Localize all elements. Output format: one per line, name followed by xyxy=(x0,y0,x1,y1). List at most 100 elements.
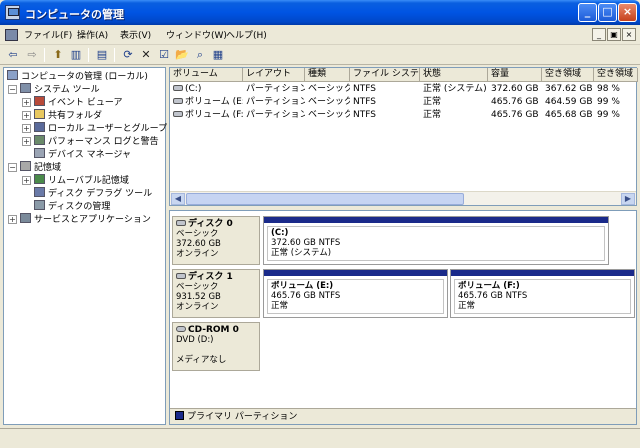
table-row[interactable]: ボリューム (E:) xyxy=(170,96,243,108)
mmc-icon[interactable] xyxy=(5,29,18,41)
close-button[interactable]: × xyxy=(618,3,637,22)
tree-item-system-tools[interactable]: システム ツール xyxy=(20,83,100,95)
tree-item-services[interactable]: サービスとアプリケーション xyxy=(20,213,151,225)
scroll-left-icon[interactable]: ◀ xyxy=(171,193,185,205)
volume-c-partition[interactable]: (C:) 372.60 GB NTFS 正常 (システム) xyxy=(263,216,609,265)
tree-item-shared-folders[interactable]: 共有フォルダ xyxy=(34,109,102,121)
cell-percent-free: 99 % xyxy=(597,97,620,107)
volume-status: 正常 xyxy=(458,301,476,311)
search-icon[interactable]: ⌕ xyxy=(192,47,208,63)
column-header-layout[interactable]: レイアウト xyxy=(243,68,305,82)
column-header-free-space[interactable]: 空き領域 xyxy=(542,68,594,82)
horizontal-scrollbar[interactable]: ◀ ▶ xyxy=(170,191,636,205)
disk-type: ベーシック xyxy=(176,229,219,239)
hard-disk-icon xyxy=(176,220,186,226)
column-header-capacity[interactable]: 容量 xyxy=(488,68,542,82)
tree-item-performance[interactable]: パフォーマンス ログと警告 xyxy=(34,135,159,147)
tree-item-storage[interactable]: 記憶域 xyxy=(20,161,61,173)
volume-icon xyxy=(173,98,183,104)
toolbar-separator xyxy=(88,48,89,62)
up-folder-icon[interactable]: ⬆ xyxy=(50,47,66,63)
cell-capacity: 372.60 GB xyxy=(491,84,539,94)
disk-1-label[interactable]: ディスク 1 ベーシック 931.52 GB オンライン xyxy=(172,269,260,318)
collapse-icon[interactable]: − xyxy=(8,163,17,172)
scroll-right-icon[interactable]: ▶ xyxy=(621,193,635,205)
mdi-minimize-button[interactable]: _ xyxy=(592,28,606,41)
tree-label: 記憶域 xyxy=(34,163,62,173)
menu-help[interactable]: ヘルプ(H) xyxy=(226,28,267,41)
table-row[interactable]: (C:) xyxy=(170,83,243,95)
cell-layout: パーティション xyxy=(246,84,305,94)
mdi-restore-button[interactable]: ▣ xyxy=(607,28,621,41)
table-row[interactable]: ボリューム (F:) xyxy=(170,109,243,121)
volume-f-partition[interactable]: ボリューム (F:) 465.76 GB NTFS 正常 xyxy=(450,269,635,318)
tree-item-event-viewer[interactable]: イベント ビューア xyxy=(34,96,123,108)
refresh-icon[interactable]: ⟳ xyxy=(120,47,136,63)
checklist-icon[interactable]: ☑ xyxy=(156,47,172,63)
cell-volume: ボリューム (F:) xyxy=(185,110,243,120)
expand-icon[interactable]: + xyxy=(22,98,31,107)
window-title: コンピュータの管理 xyxy=(25,8,124,21)
tree-item-defrag[interactable]: ディスク デフラグ ツール xyxy=(34,187,152,199)
tree-item-device-manager[interactable]: デバイス マネージャ xyxy=(34,148,131,160)
status-bar xyxy=(0,428,640,448)
delete-icon[interactable]: ✕ xyxy=(138,47,154,63)
expand-icon[interactable]: + xyxy=(8,215,17,224)
tree-label: リムーバブル記憶域 xyxy=(48,176,129,186)
storage-icon xyxy=(20,161,31,171)
cell-percent-free: 98 % xyxy=(597,84,620,94)
menu-window[interactable]: ウィンドウ(W) xyxy=(166,28,227,41)
computer-management-window: コンピュータの管理 _ □ × ファイル(F) 操作(A) 表示(V) ウィンド… xyxy=(0,0,640,448)
menu-view[interactable]: 表示(V) xyxy=(120,28,151,41)
column-header-status[interactable]: 状態 xyxy=(420,68,488,82)
cell-volume: (C:) xyxy=(185,84,202,94)
cdrom-icon xyxy=(176,326,186,332)
volume-size: 465.76 GB NTFS xyxy=(458,291,528,301)
cell-filesystem: NTFS xyxy=(353,97,376,107)
expand-icon[interactable]: + xyxy=(22,137,31,146)
disk-name: ディスク 0 xyxy=(188,219,233,229)
tree-item-removable-storage[interactable]: リムーバブル記憶域 xyxy=(34,174,129,186)
partition-legend: プライマリ パーティション xyxy=(170,408,636,424)
collapse-icon[interactable]: − xyxy=(8,85,17,94)
export-list-icon[interactable]: ▦ xyxy=(210,47,226,63)
forward-icon[interactable]: ⇨ xyxy=(24,47,40,63)
console-tree-icon[interactable]: ▥ xyxy=(68,47,84,63)
event-viewer-icon xyxy=(34,96,45,106)
cell-free-space: 367.62 GB xyxy=(545,84,593,94)
tree-item-disk-management[interactable]: ディスクの管理 xyxy=(34,200,110,212)
cdrom-0-label[interactable]: CD-ROM 0 DVD (D:) メディアなし xyxy=(172,322,260,371)
menu-file[interactable]: ファイル(F) xyxy=(24,28,72,41)
expand-icon[interactable]: + xyxy=(22,111,31,120)
device-manager-icon xyxy=(34,148,45,158)
menu-action[interactable]: 操作(A) xyxy=(77,28,108,41)
tree-label: デバイス マネージャ xyxy=(48,150,131,160)
expand-icon[interactable]: + xyxy=(22,124,31,133)
mdi-close-button[interactable]: × xyxy=(622,28,636,41)
volume-icon xyxy=(173,85,183,91)
volume-e-partition[interactable]: ボリューム (E:) 465.76 GB NTFS 正常 xyxy=(263,269,448,318)
back-icon[interactable]: ⇦ xyxy=(5,47,21,63)
disk-type: ベーシック xyxy=(176,282,219,292)
maximize-button[interactable]: □ xyxy=(598,3,617,22)
volume-details: ボリューム (E:) 465.76 GB NTFS 正常 xyxy=(267,279,444,314)
tree-item-local-users[interactable]: ローカル ユーザーとグループ xyxy=(34,122,167,134)
volume-name: ボリューム (F:) xyxy=(458,281,520,291)
properties-icon[interactable]: ▤ xyxy=(94,47,110,63)
column-header-type[interactable]: 種類 xyxy=(305,68,350,82)
title-bar[interactable]: コンピュータの管理 _ □ × xyxy=(0,0,640,25)
open-folder-icon[interactable]: 📂 xyxy=(174,47,190,63)
tree-item-root[interactable]: コンピュータの管理 (ローカル) xyxy=(7,70,148,82)
app-icon xyxy=(5,5,20,20)
tree-label: パフォーマンス ログと警告 xyxy=(48,137,159,147)
column-header-filesystem[interactable]: ファイル システム xyxy=(350,68,420,82)
disk-0-label[interactable]: ディスク 0 ベーシック 372.60 GB オンライン xyxy=(172,216,260,265)
scroll-thumb[interactable] xyxy=(186,193,464,205)
legend-swatch xyxy=(175,411,184,420)
expand-icon[interactable]: + xyxy=(22,176,31,185)
column-header-volume[interactable]: ボリューム xyxy=(170,68,243,82)
cell-type: ベーシック xyxy=(308,84,350,94)
disk-management-icon xyxy=(34,200,45,210)
minimize-button[interactable]: _ xyxy=(578,3,597,22)
column-header-percent-free[interactable]: 空き領域 xyxy=(594,68,638,82)
